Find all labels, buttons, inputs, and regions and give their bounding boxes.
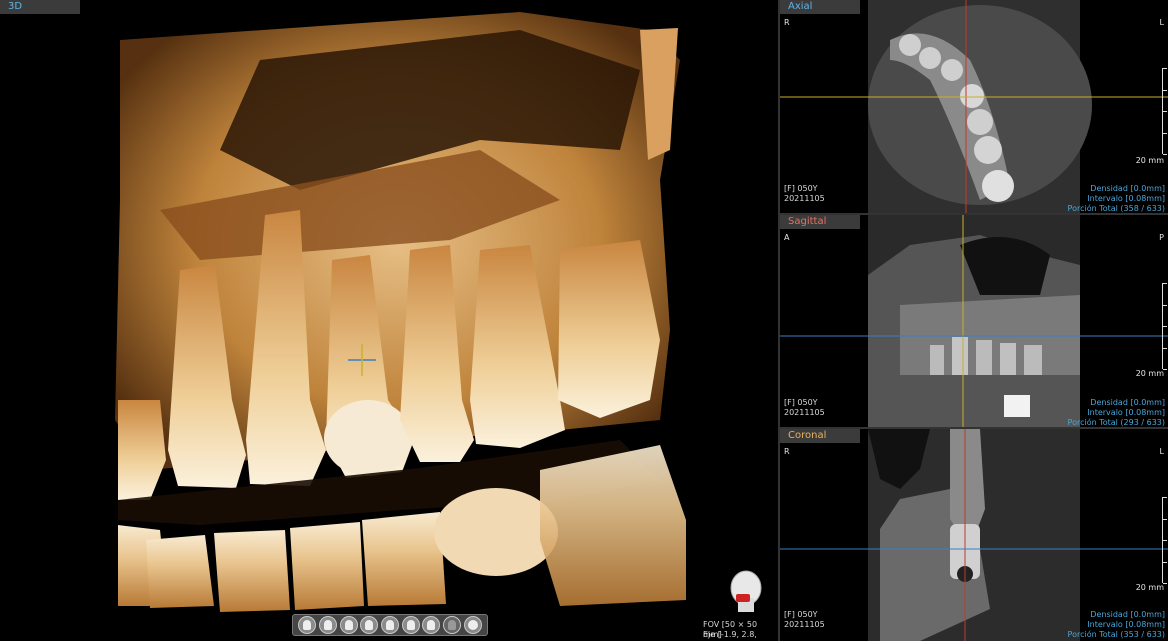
sagittal-orient-right: P [1159,233,1164,242]
volume-render[interactable] [0,0,778,641]
axial-orient-right: L [1159,18,1164,27]
coronal-scale-ruler [1162,497,1167,584]
sagittal-orient-left: A [784,233,790,242]
axial-slice-image[interactable] [780,0,1168,213]
coronal-scale-label: 20 mm [1135,583,1164,592]
axial-scale-ruler [1162,68,1167,155]
view-toolbar [292,614,488,636]
coronal-panel[interactable]: Coronal R L 20 mm [F] 050Y 20211105 Dens… [780,429,1168,641]
axial-orient-left: R [784,18,790,27]
head-right-icon[interactable] [339,616,358,634]
sagittal-density: Densidad [0.0mm] [1090,398,1165,407]
sagittal-patient-age: [F] 050Y [784,398,818,407]
axial-interval: Intervalo [0.08mm] [1087,194,1165,203]
sagittal-scale-ruler [1162,283,1167,370]
head-top-icon[interactable] [380,616,399,634]
coronal-portion: Porción Total (353 / 633) [1067,630,1165,639]
axial-patient-date: 20211105 [784,194,825,203]
axis-label: Eje [-1.9, 2.8, -3.3] [703,630,757,641]
axial-scale-label: 20 mm [1135,156,1164,165]
coronal-interval: Intervalo [0.08mm] [1087,620,1165,629]
sagittal-interval: Intervalo [0.08mm] [1087,408,1165,417]
axial-patient-age: [F] 050Y [784,184,818,193]
coronal-patient-age: [F] 050Y [784,610,818,619]
orientation-head-icon[interactable] [726,568,766,616]
view-3d-panel[interactable]: 3D FOV [50 × 50 mm] Eje [-1.9, 2.8, [0,0,778,641]
sagittal-scale-label: 20 mm [1135,369,1164,378]
axial-density: Densidad [0.0mm] [1090,184,1165,193]
head-back-icon[interactable] [360,616,379,634]
head-front-icon[interactable] [298,616,317,634]
head-left-icon[interactable] [318,616,337,634]
sagittal-panel[interactable]: Sagittal A P 20 mm [F] 050Y 20211105 Den… [780,215,1168,427]
axial-panel[interactable]: Axial R L 20 mm [F] 050Y 20211105 Densid… [780,0,1168,213]
head-gray-icon[interactable] [442,616,461,634]
coronal-patient-date: 20211105 [784,620,825,629]
rotate-icon[interactable] [463,616,482,634]
coronal-orient-left: R [784,447,790,456]
coronal-orient-right: L [1159,447,1164,456]
head-oblique-icon[interactable] [422,616,441,634]
axial-portion: Porción Total (358 / 633) [1067,204,1165,213]
coronal-density: Densidad [0.0mm] [1090,610,1165,619]
head-bottom-icon[interactable] [401,616,420,634]
sagittal-patient-date: 20211105 [784,408,825,417]
sagittal-slice-image[interactable] [780,215,1168,427]
sagittal-portion: Porción Total (293 / 633) [1067,418,1165,427]
